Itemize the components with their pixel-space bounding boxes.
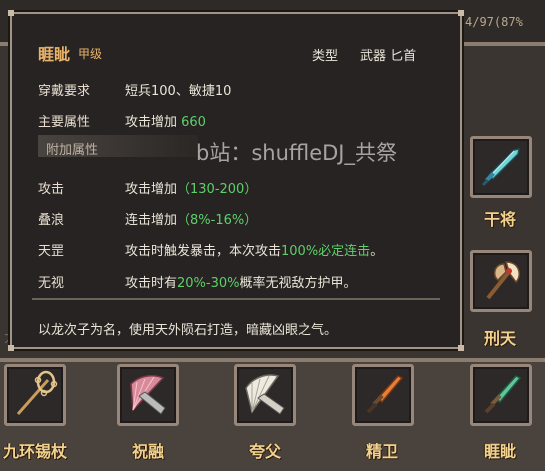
item-slot-kuafu[interactable]: [234, 364, 296, 426]
capacity-counter: 4/97(87%: [465, 15, 523, 29]
item-label-xingtian: 刑天: [483, 329, 516, 348]
extra-value: 攻击时有20%-30%概率无视敌方护甲。: [125, 276, 357, 291]
jade-dagger-icon: [484, 375, 522, 414]
item-slot-ganjiang[interactable]: [470, 136, 532, 198]
extra-value: 连击增加（8%-16%）: [125, 213, 258, 228]
item-slot-jiuhuanxizhang[interactable]: [4, 364, 66, 426]
extra-label: 天罡: [38, 244, 65, 259]
extra-label: 攻击: [38, 182, 65, 197]
main-attr-value: 攻击增加 660: [125, 115, 206, 130]
item-slot-xingtian[interactable]: [470, 250, 532, 312]
flavor-text: 以龙次子为名，使用天外陨石打造，暗藏凶眼之气。: [38, 323, 338, 338]
tooltip-corner: [458, 345, 464, 351]
fan-icon: [130, 375, 166, 415]
extra-value: 攻击时触发暴击，本次攻击100%必定连击。: [125, 244, 384, 259]
item-slot-yazi[interactable]: [470, 364, 532, 426]
item-slot-jingwei[interactable]: [352, 364, 414, 426]
item-label-jingwei: 精卫: [365, 442, 398, 461]
extra-label: 叠浪: [38, 213, 65, 228]
main-attr-label: 主要属性: [38, 115, 91, 130]
item-name: 睚眦: [38, 45, 71, 64]
item-tooltip: 睚眦 甲级 类型 武器 匕首 穿戴要求 短兵100、敏捷10 主要属性 攻击增加…: [8, 10, 464, 351]
section-title: 附加属性: [46, 143, 99, 158]
item-label-jiuhuanxizhang: 九环锡杖: [2, 442, 67, 461]
tooltip-corner: [8, 345, 14, 351]
item-label-ganjiang: 干将: [483, 210, 516, 229]
item-grade: 甲级: [78, 47, 103, 61]
divider: [32, 298, 440, 300]
requirement-value: 短兵100、敏捷10: [125, 84, 232, 99]
tooltip-corner: [458, 10, 464, 16]
item-label-kuafu: 夸父: [248, 442, 281, 461]
main-attr-number: 660: [181, 115, 206, 130]
axe-icon: [486, 261, 520, 300]
item-label-yazi: 睚眦: [483, 442, 516, 461]
dagger-icon: [366, 375, 404, 414]
item-label-zhurong: 祝融: [131, 442, 164, 461]
requirement-label: 穿戴要求: [38, 84, 91, 99]
extra-label: 无视: [38, 276, 65, 291]
white-fan-icon: [245, 374, 285, 415]
tooltip-corner: [8, 10, 14, 16]
extra-value: 攻击增加（130-200）: [125, 182, 258, 197]
staff-icon: [16, 370, 58, 415]
watermark: b站：shuffleDJ_共祭: [196, 141, 397, 165]
type-label: 类型: [312, 49, 339, 64]
type-value: 武器 匕首: [360, 49, 417, 64]
sword-icon: [481, 148, 520, 187]
item-slot-zhurong[interactable]: [117, 364, 179, 426]
